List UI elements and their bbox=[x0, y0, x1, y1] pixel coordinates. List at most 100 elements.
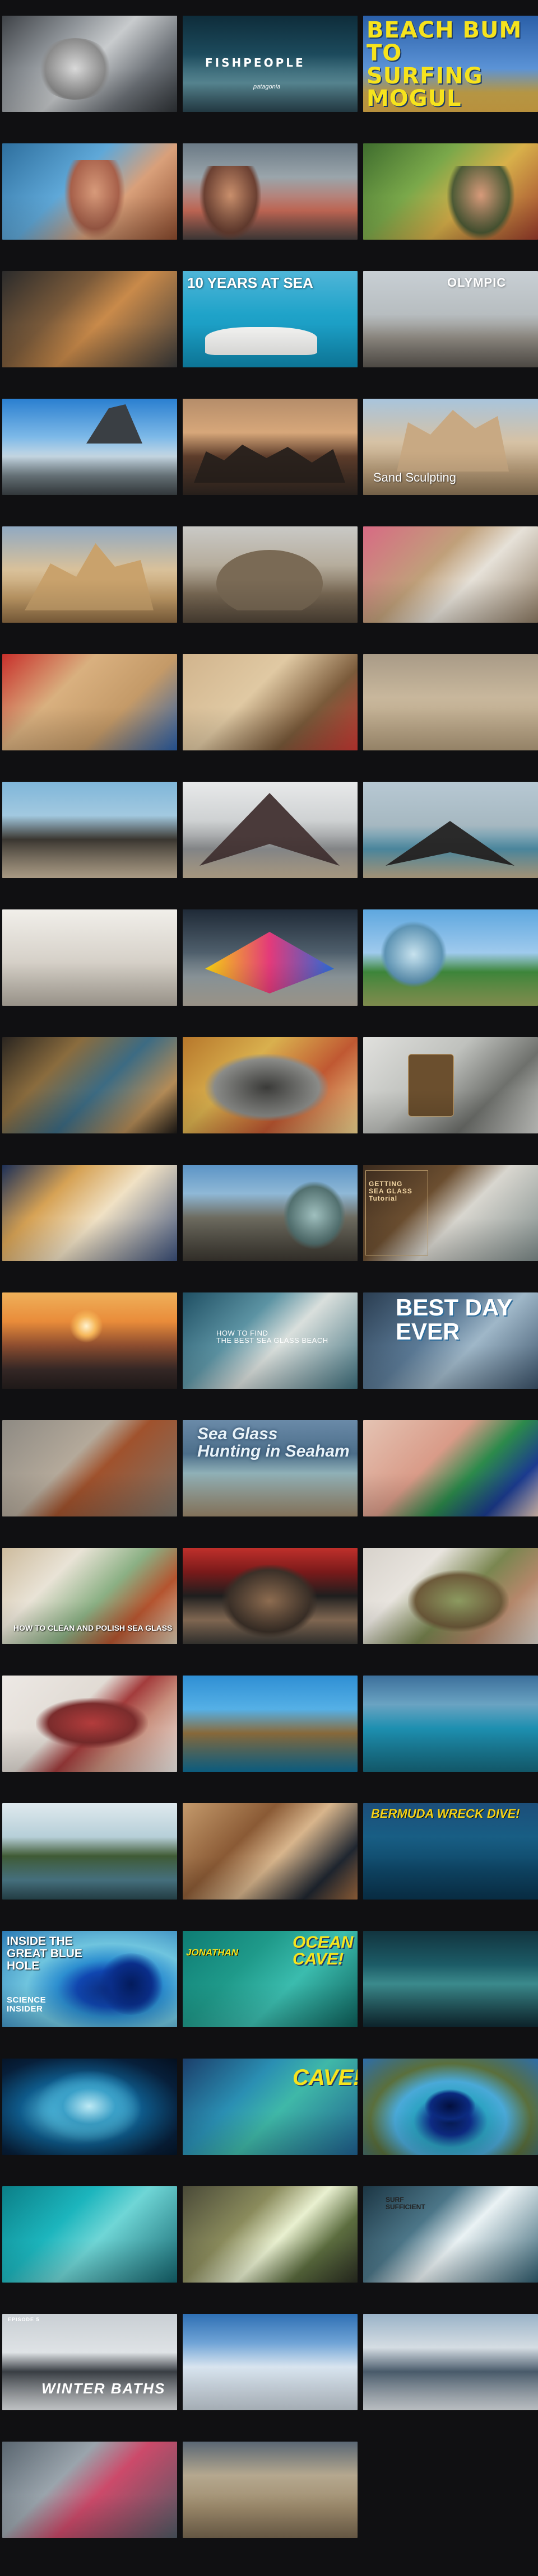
thumbnail-shade bbox=[183, 271, 358, 367]
video-thumbnail[interactable]: HOW TO FIND THE BEST SEA GLASS BEACH bbox=[183, 1292, 358, 1389]
video-thumbnail[interactable]: BERMUDA WRECK DIVE! bbox=[363, 1803, 538, 1900]
video-thumbnail[interactable] bbox=[2, 143, 177, 240]
thumbnail-image-detail bbox=[408, 1054, 454, 1117]
video-thumbnail[interactable] bbox=[2, 782, 177, 878]
thumbnail-title: JONATHAN bbox=[186, 1947, 239, 1958]
thumbnail-shade bbox=[183, 2442, 358, 2538]
video-thumbnail[interactable] bbox=[2, 1165, 177, 1261]
thumbnail-image-detail bbox=[194, 445, 345, 483]
video-thumbnail[interactable] bbox=[363, 1548, 538, 1644]
thumbnail-shade bbox=[183, 909, 358, 1006]
thumbnail-shade bbox=[363, 1931, 538, 2027]
video-thumbnail[interactable] bbox=[363, 1420, 538, 1516]
video-thumbnail[interactable] bbox=[183, 399, 358, 495]
thumbnail-shade bbox=[363, 1420, 538, 1516]
video-thumbnail[interactable] bbox=[183, 1803, 358, 1900]
video-thumbnail[interactable]: SURF SUFFICIENT bbox=[363, 2186, 538, 2283]
thumbnail-title: OLYMPIC bbox=[447, 276, 507, 290]
video-thumbnail[interactable]: FISHPEOPLE patagonia bbox=[183, 16, 358, 112]
video-thumbnail[interactable] bbox=[183, 1548, 358, 1644]
video-thumbnail[interactable] bbox=[183, 2442, 358, 2538]
video-thumbnail[interactable] bbox=[183, 1676, 358, 1772]
video-thumbnail[interactable] bbox=[2, 1037, 177, 1133]
video-thumbnail[interactable] bbox=[363, 1037, 538, 1133]
thumbnail-image-detail bbox=[397, 410, 509, 472]
video-thumbnail[interactable]: CAVE! bbox=[183, 2059, 358, 2155]
video-thumbnail[interactable] bbox=[2, 654, 177, 750]
video-thumbnail[interactable]: GETTING SEA GLASS Tutorial bbox=[363, 1165, 538, 1261]
thumbnail-shade bbox=[363, 654, 538, 750]
video-thumbnail[interactable] bbox=[363, 782, 538, 878]
thumbnail-shade bbox=[183, 16, 358, 112]
video-thumbnail[interactable] bbox=[183, 782, 358, 878]
video-thumbnail[interactable] bbox=[2, 16, 177, 112]
video-thumbnail[interactable] bbox=[2, 2186, 177, 2283]
video-thumbnail[interactable] bbox=[2, 909, 177, 1006]
thumbnail-shade bbox=[183, 782, 358, 878]
thumbnail-shade bbox=[183, 1037, 358, 1133]
thumbnail-shade bbox=[2, 2059, 177, 2155]
video-thumbnail[interactable]: Sea Glass Hunting in Seaham bbox=[183, 1420, 358, 1516]
thumbnail-shade bbox=[183, 1803, 358, 1900]
video-thumbnail[interactable] bbox=[2, 2059, 177, 2155]
thumbnail-shade bbox=[363, 2314, 538, 2410]
thumbnail-shade bbox=[363, 1165, 538, 1261]
video-thumbnail[interactable]: JONATHAN OCEAN CAVE! bbox=[183, 1931, 358, 2027]
video-thumbnail[interactable] bbox=[2, 1420, 177, 1516]
video-thumbnail[interactable] bbox=[363, 2314, 538, 2410]
video-thumbnail[interactable] bbox=[183, 526, 358, 623]
video-thumbnail[interactable] bbox=[363, 1931, 538, 2027]
thumbnail-image-detail bbox=[200, 793, 340, 866]
video-thumbnail[interactable]: INSIDE THE GREAT BLUE HOLE SCIENCE INSIDE… bbox=[2, 1931, 177, 2027]
thumbnail-image-detail bbox=[222, 1565, 317, 1637]
thumbnail-shade bbox=[2, 1676, 177, 1772]
thumbnail-shade bbox=[183, 1548, 358, 1644]
video-thumbnail[interactable] bbox=[183, 909, 358, 1006]
video-thumbnail[interactable] bbox=[363, 2059, 538, 2155]
video-thumbnail[interactable] bbox=[183, 1165, 358, 1261]
video-thumbnail[interactable] bbox=[2, 271, 177, 367]
thumbnail-title: CAVE! bbox=[293, 2065, 358, 2090]
video-thumbnail[interactable] bbox=[183, 143, 358, 240]
thumbnail-shade bbox=[2, 2442, 177, 2538]
thumbnail-shade bbox=[183, 654, 358, 750]
video-thumbnail[interactable]: OLYMPIC bbox=[363, 271, 538, 367]
video-thumbnail[interactable] bbox=[2, 1676, 177, 1772]
video-thumbnail[interactable]: BEACH BUM TO SURFING MOGUL bbox=[363, 16, 538, 112]
thumbnail-shade bbox=[183, 526, 358, 623]
video-thumbnail[interactable] bbox=[363, 654, 538, 750]
video-thumbnail[interactable]: HOW TO CLEAN AND POLISH SEA GLASS bbox=[2, 1548, 177, 1644]
thumbnail-subtitle: patagonia bbox=[253, 83, 281, 90]
video-thumbnail[interactable]: Sand Sculpting bbox=[363, 399, 538, 495]
video-thumbnail[interactable] bbox=[183, 1037, 358, 1133]
video-thumbnail[interactable] bbox=[363, 909, 538, 1006]
thumbnail-title: BEACH BUM TO SURFING MOGUL bbox=[367, 17, 522, 112]
video-thumbnail[interactable] bbox=[2, 2442, 177, 2538]
video-thumbnail[interactable] bbox=[363, 143, 538, 240]
thumbnail-shade bbox=[363, 1803, 538, 1900]
video-thumbnail[interactable] bbox=[2, 399, 177, 495]
thumbnail-shade bbox=[2, 1548, 177, 1644]
thumbnail-image-detail bbox=[200, 166, 261, 240]
thumbnail-shade bbox=[363, 2059, 538, 2155]
video-thumbnail[interactable] bbox=[2, 1292, 177, 1389]
video-thumbnail[interactable] bbox=[183, 654, 358, 750]
thumbnail-shade bbox=[2, 1420, 177, 1516]
video-thumbnail[interactable]: EPISODE 5 WINTER BATHS bbox=[2, 2314, 177, 2410]
thumbnail-shade bbox=[363, 271, 538, 367]
thumbnail-shade bbox=[2, 399, 177, 495]
video-thumbnail[interactable]: BEST DAY EVER bbox=[363, 1292, 538, 1389]
video-thumbnail[interactable] bbox=[363, 1676, 538, 1772]
video-thumbnail[interactable] bbox=[183, 2314, 358, 2410]
video-thumbnail[interactable] bbox=[363, 526, 538, 623]
thumbnail-shade bbox=[183, 1420, 358, 1516]
thumbnail-shade bbox=[2, 909, 177, 1006]
thumbnail-shade bbox=[2, 1803, 177, 1900]
video-thumbnail[interactable]: 10 YEARS AT SEA bbox=[183, 271, 358, 367]
thumbnail-image-detail bbox=[284, 1182, 345, 1249]
video-thumbnail[interactable] bbox=[2, 526, 177, 623]
thumbnail-image-detail bbox=[36, 2070, 142, 2143]
video-thumbnail[interactable] bbox=[183, 2186, 358, 2283]
thumbnail-shade bbox=[363, 526, 538, 623]
video-thumbnail[interactable] bbox=[2, 1803, 177, 1900]
